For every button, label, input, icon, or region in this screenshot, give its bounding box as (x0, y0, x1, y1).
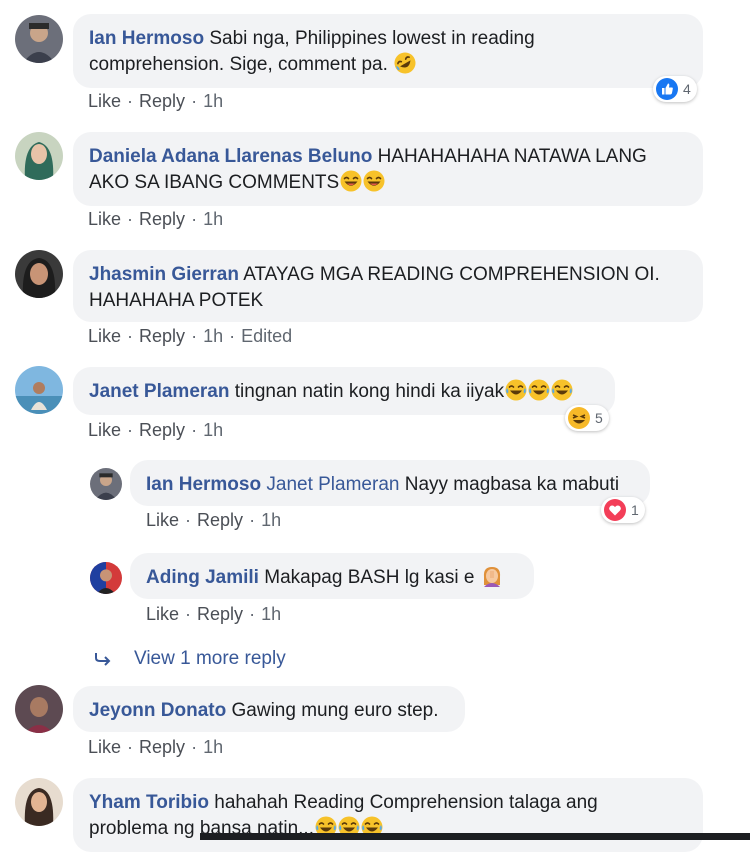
reply-actions: Like · Reply · 1h (146, 604, 282, 624)
comment-text: tingnan natin kong hindi ka iiyak (234, 381, 505, 402)
comment-text: Sabi nga, Philippines lowest in reading (209, 28, 535, 49)
comment-author[interactable]: Jhasmin Gierran (89, 264, 239, 285)
timestamp[interactable]: 1h (203, 737, 223, 757)
like-link[interactable]: Like (88, 737, 121, 757)
comment-author[interactable]: Janet Plameran (89, 381, 229, 402)
avatar[interactable] (15, 15, 63, 63)
reply-link[interactable]: Reply (139, 91, 185, 111)
reaction-count: 4 (683, 81, 691, 97)
timestamp[interactable]: 1h (203, 326, 223, 346)
avatar[interactable] (15, 685, 63, 733)
comment-actions: Like · Reply · 1h (88, 420, 224, 440)
reaction-count: 5 (595, 410, 603, 426)
view-more-replies-link[interactable]: View 1 more reply (94, 648, 286, 670)
like-link[interactable]: Like (146, 604, 179, 624)
comment-text: ATAYAG MGA READING COMPREHENSION OI. (243, 264, 660, 285)
timestamp[interactable]: 1h (261, 510, 281, 530)
reaction-summary[interactable]: 5 (565, 405, 609, 431)
haha-reaction-icon (568, 407, 590, 429)
reply-link[interactable]: Reply (139, 737, 185, 757)
reply-text: Makapag BASH lg kasi e (264, 567, 475, 588)
comment-actions: Like · Reply · 1h (88, 91, 224, 111)
comment-text: hahahah Reading Comprehension talaga ang (214, 792, 598, 813)
reply-link[interactable]: Reply (197, 510, 243, 530)
tears-of-joy-emoji-icon (528, 379, 550, 401)
comment-author[interactable]: Jeyonn Donato (89, 700, 226, 721)
avatar[interactable] (15, 778, 63, 826)
comment-text: AKO SA IBANG COMMENTS (89, 172, 340, 193)
reply-mention[interactable]: Janet Plameran (266, 474, 399, 495)
reply-link[interactable]: Reply (139, 326, 185, 346)
like-link[interactable]: Like (88, 326, 121, 346)
comment-text: Gawing mung euro step. (231, 700, 439, 721)
reaction-count: 1 (631, 502, 639, 518)
comment-bubble: Daniela Adana Llarenas Beluno HAHAHAHAHA… (73, 132, 703, 206)
timestamp[interactable]: 1h (203, 91, 223, 111)
comment-bubble: Jhasmin Gierran ATAYAG MGA READING COMPR… (73, 250, 703, 322)
timestamp[interactable]: 1h (203, 420, 223, 440)
comment-text: HAHAHAHA POTEK (89, 290, 264, 311)
avatar[interactable] (90, 562, 122, 594)
avatar[interactable] (15, 132, 63, 180)
love-reaction-icon (604, 499, 626, 521)
comment-bubble: Ian Hermoso Sabi nga, Philippines lowest… (73, 14, 703, 88)
avatar[interactable] (90, 468, 122, 500)
reply-author[interactable]: Ading Jamili (146, 567, 259, 588)
reply-link[interactable]: Reply (197, 604, 243, 624)
like-link[interactable]: Like (88, 91, 121, 111)
timestamp[interactable]: 1h (261, 604, 281, 624)
reply-bubble: Ian Hermoso Janet Plameran Nayy magbasa … (130, 460, 650, 506)
reply-arrow-icon (95, 653, 111, 666)
like-link[interactable]: Like (88, 420, 121, 440)
comment-bubble: Yham Toribio hahahah Reading Comprehensi… (73, 778, 703, 852)
comment-text: comprehension. Sige, comment pa. (89, 54, 388, 75)
timestamp[interactable]: 1h (203, 209, 223, 229)
reply-actions: Like · Reply · 1h (146, 510, 282, 530)
comment-author[interactable]: Ian Hermoso (89, 28, 204, 49)
comment-bubble: Jeyonn Donato Gawing mung euro step. (73, 686, 465, 732)
laugh-emoji-icon (340, 170, 362, 192)
reply-bubble: Ading Jamili Makapag BASH lg kasi e (130, 553, 534, 599)
reply-link[interactable]: Reply (139, 420, 185, 440)
like-reaction-icon (656, 78, 678, 100)
comment-author[interactable]: Daniela Adana Llarenas Beluno (89, 146, 372, 167)
comment-bubble: Janet Plameran tingnan natin kong hindi … (73, 367, 615, 415)
reaction-summary[interactable]: 1 (601, 497, 645, 523)
rofl-emoji-icon (394, 52, 416, 74)
reply-text: Nayy magbasa ka mabuti (404, 474, 620, 495)
like-link[interactable]: Like (88, 209, 121, 229)
comment-actions: Like · Reply · 1h (88, 737, 224, 757)
comment-author[interactable]: Yham Toribio (89, 792, 209, 813)
edited-label[interactable]: Edited (241, 326, 292, 346)
reply-author[interactable]: Ian Hermoso (146, 474, 261, 495)
taskbar-edge (200, 833, 750, 840)
reply-link[interactable]: Reply (139, 209, 185, 229)
reaction-summary[interactable]: 4 (653, 76, 697, 102)
comment-actions: Like · Reply · 1h · Edited (88, 326, 293, 346)
tears-of-joy-emoji-icon (551, 379, 573, 401)
like-link[interactable]: Like (146, 510, 179, 530)
view-more-label: View 1 more reply (134, 648, 286, 669)
laugh-emoji-icon (363, 170, 385, 192)
comment-actions: Like · Reply · 1h (88, 209, 224, 229)
avatar[interactable] (15, 366, 63, 414)
tears-of-joy-emoji-icon (505, 379, 527, 401)
facepalm-emoji-icon (481, 565, 503, 587)
avatar[interactable] (15, 250, 63, 298)
comment-text: HAHAHAHAHA NATAWA LANG (377, 146, 647, 167)
